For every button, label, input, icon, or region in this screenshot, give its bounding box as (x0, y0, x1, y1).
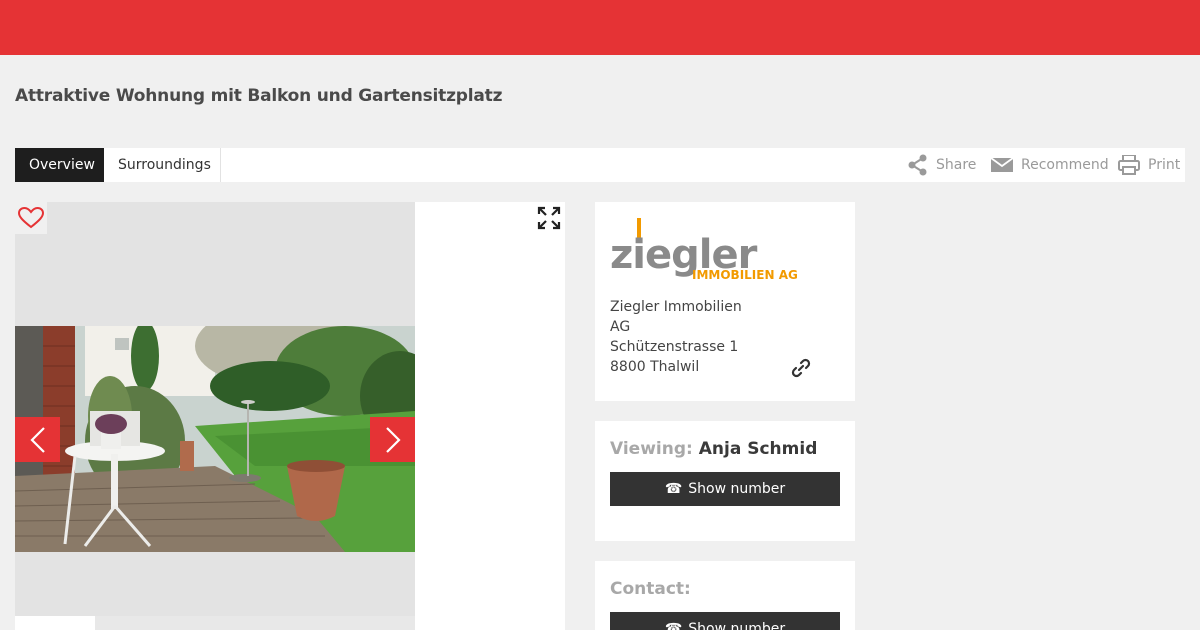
viewing-label: Viewing: (610, 439, 693, 459)
address-line: Schützenstrasse 1 (610, 339, 739, 355)
gallery-frame (15, 202, 415, 616)
contact-show-number-button[interactable]: ☎ Show number (610, 612, 840, 630)
thumbnail-strip (15, 616, 415, 630)
agency-logo[interactable]: ziegler IMMOBILIEN AG (610, 216, 800, 282)
agency-website-link[interactable] (791, 358, 811, 382)
top-header-bar (0, 0, 1200, 55)
listing-photo-garden-terrace[interactable] (15, 326, 415, 552)
share-icon (908, 154, 927, 176)
show-number-label: Show number (688, 621, 786, 630)
viewing-heading: Viewing: Anja Schmid (610, 439, 817, 459)
share-button[interactable]: Share (908, 148, 976, 182)
fullscreen-button[interactable] (537, 206, 561, 230)
phone-icon: ☎ (664, 481, 683, 497)
show-number-label: Show number (688, 481, 786, 497)
tab-bar: Overview Surroundings Share Recommend Pr… (15, 148, 1185, 182)
tab-overview[interactable]: Overview (15, 148, 104, 182)
share-label: Share (936, 157, 977, 173)
contact-heading: Contact: (610, 579, 691, 599)
tab-surroundings[interactable]: Surroundings (104, 148, 221, 182)
viewing-contact-name: Anja Schmid (698, 439, 818, 459)
agency-address: Ziegler Immobilien AG Schützenstrasse 1 … (610, 297, 742, 377)
phone-icon: ☎ (664, 621, 683, 630)
page-title: Attraktive Wohnung mit Balkon und Garten… (15, 86, 503, 106)
image-gallery (15, 202, 565, 630)
agency-card: ziegler IMMOBILIEN AG Ziegler Immobilien… (595, 202, 855, 401)
heart-icon (18, 207, 44, 229)
print-label: Print (1148, 157, 1181, 173)
viewing-show-number-button[interactable]: ☎ Show number (610, 472, 840, 506)
gallery-next-button[interactable] (370, 417, 415, 462)
chevron-left-icon (29, 426, 45, 453)
favorite-button[interactable] (15, 202, 47, 234)
link-icon (791, 358, 811, 378)
thumbnail-active[interactable] (15, 616, 95, 630)
gallery-prev-button[interactable] (15, 417, 60, 462)
viewing-card: Viewing: Anja Schmid ☎ Show number (595, 421, 855, 541)
recommend-label: Recommend (1021, 157, 1109, 173)
envelope-icon (991, 157, 1013, 172)
recommend-button[interactable]: Recommend (991, 148, 1109, 182)
svg-text:IMMOBILIEN AG: IMMOBILIEN AG (692, 268, 798, 282)
printer-icon (1118, 155, 1140, 175)
address-line: Ziegler Immobilien (610, 299, 742, 315)
fullscreen-icon (537, 206, 561, 230)
address-line: AG (610, 319, 631, 335)
contact-card: Contact: ☎ Show number (595, 561, 855, 630)
address-line: 8800 Thalwil (610, 359, 700, 375)
print-button[interactable]: Print (1118, 148, 1180, 182)
chevron-right-icon (385, 426, 401, 453)
